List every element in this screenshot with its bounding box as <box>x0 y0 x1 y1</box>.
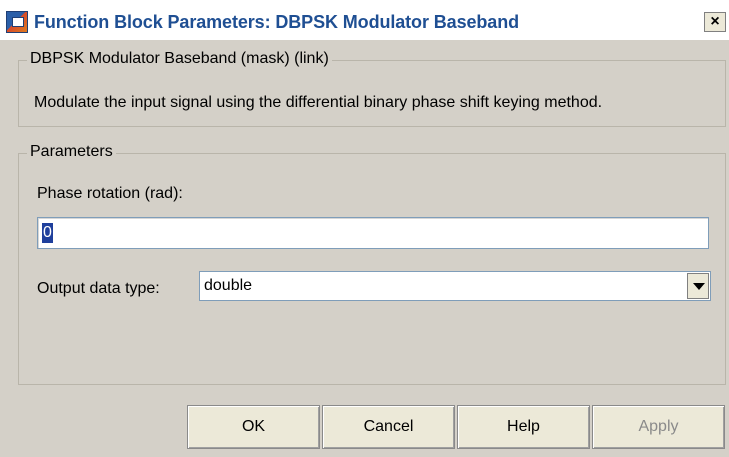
output-data-type-select[interactable]: double <box>199 271 711 301</box>
phase-rotation-input[interactable]: 0 <box>37 217 709 249</box>
window-title: Function Block Parameters: DBPSK Modulat… <box>34 12 519 32</box>
help-button[interactable]: Help <box>457 405 590 449</box>
output-data-type-label: Output data type: <box>37 280 160 297</box>
ok-button[interactable]: OK <box>187 405 320 449</box>
chevron-down-icon[interactable] <box>687 273 709 299</box>
description-text: Modulate the input signal using the diff… <box>34 94 603 111</box>
simulink-block-icon <box>6 11 28 33</box>
parameters-groupbox: Parameters Phase rotation (rad): 0 Outpu… <box>18 143 726 385</box>
description-groupbox: DBPSK Modulator Baseband (mask) (link) M… <box>18 50 726 127</box>
parameters-legend: Parameters <box>27 143 116 161</box>
close-button[interactable]: × <box>704 12 726 32</box>
title-bar: Function Block Parameters: DBPSK Modulat… <box>0 0 729 40</box>
cancel-button[interactable]: Cancel <box>322 405 455 449</box>
output-data-type-value: double <box>204 277 253 294</box>
phase-rotation-label: Phase rotation (rad): <box>37 185 183 202</box>
apply-button[interactable]: Apply <box>592 405 725 449</box>
description-legend: DBPSK Modulator Baseband (mask) (link) <box>27 50 332 68</box>
phase-rotation-value: 0 <box>42 223 53 243</box>
function-block-parameters-dialog: Function Block Parameters: DBPSK Modulat… <box>0 0 729 457</box>
